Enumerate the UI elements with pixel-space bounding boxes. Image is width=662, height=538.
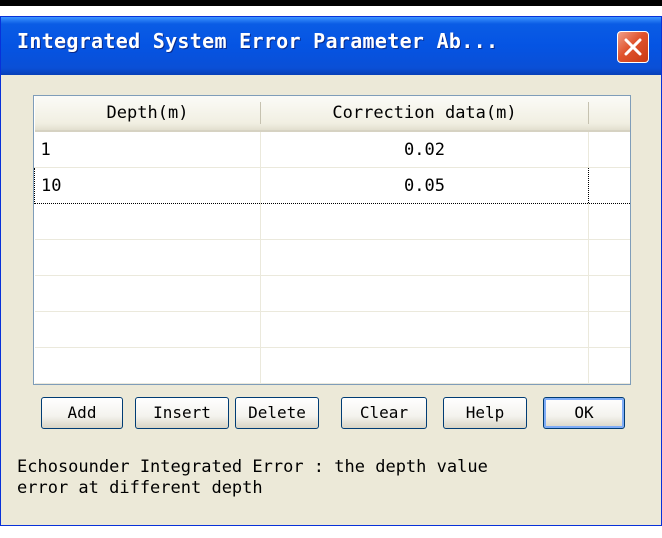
table-row[interactable]: 1 0.02 bbox=[34, 131, 630, 168]
screen-top-edge bbox=[0, 0, 662, 6]
delete-button[interactable]: Delete bbox=[235, 397, 319, 429]
clear-button[interactable]: Clear bbox=[341, 397, 427, 429]
column-header-filler bbox=[588, 96, 630, 132]
status-description: Echosounder Integrated Error : the depth… bbox=[17, 457, 488, 498]
help-button[interactable]: Help bbox=[443, 397, 527, 429]
dialog-window: Integrated System Error Parameter Ab... … bbox=[0, 16, 662, 526]
empty-row[interactable] bbox=[34, 239, 630, 276]
column-header-correction[interactable]: Correction data(m) bbox=[260, 96, 589, 132]
insert-button[interactable]: Insert bbox=[135, 397, 229, 429]
empty-row[interactable] bbox=[34, 347, 630, 384]
ok-button[interactable]: OK bbox=[543, 397, 625, 429]
table-row-focused[interactable]: 10 0.05 bbox=[34, 167, 630, 204]
empty-row[interactable] bbox=[34, 275, 630, 312]
empty-row[interactable] bbox=[34, 203, 630, 240]
title-bar[interactable]: Integrated System Error Parameter Ab... bbox=[1, 17, 661, 75]
correction-cell[interactable]: 0.02 bbox=[260, 131, 589, 168]
correction-cell[interactable]: 0.05 bbox=[260, 167, 589, 204]
close-icon bbox=[624, 38, 642, 56]
filler-cell bbox=[588, 167, 630, 204]
table-header: Depth(m) Correction data(m) bbox=[34, 96, 630, 132]
column-header-depth[interactable]: Depth(m) bbox=[34, 96, 261, 132]
filler-cell bbox=[588, 131, 630, 168]
dialog-title: Integrated System Error Parameter Ab... bbox=[17, 29, 499, 53]
close-button[interactable] bbox=[617, 31, 649, 63]
depth-cell[interactable]: 10 bbox=[34, 167, 261, 204]
depth-cell[interactable]: 1 bbox=[34, 131, 261, 168]
empty-row[interactable] bbox=[34, 311, 630, 348]
add-button[interactable]: Add bbox=[41, 397, 123, 429]
error-table[interactable]: Depth(m) Correction data(m) 1 0.02 10 0.… bbox=[33, 95, 631, 385]
